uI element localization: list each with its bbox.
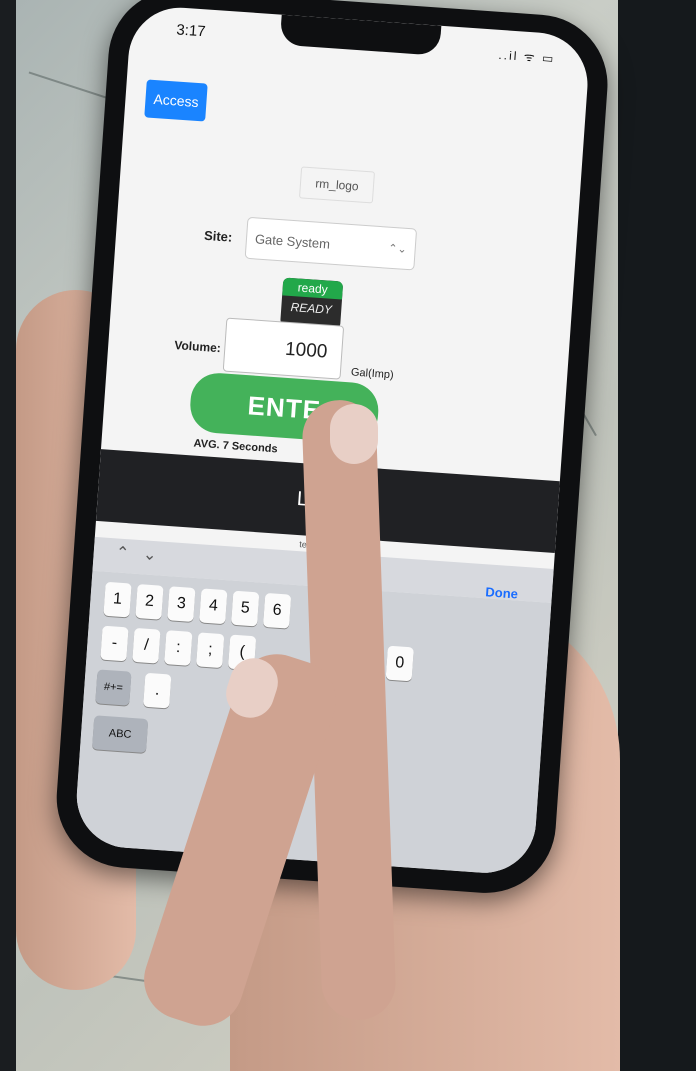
chevron-updown-icon: ⌃⌄ <box>387 242 408 256</box>
status-badge-bottom: READY <box>290 300 333 317</box>
key-colon[interactable]: : <box>164 630 193 666</box>
logo-image: rm_logo <box>298 166 376 204</box>
left-letterbox <box>0 0 16 1071</box>
key-period[interactable]: . <box>143 672 172 709</box>
key-3[interactable]: 3 <box>167 586 196 622</box>
key-semicolon[interactable]: ; <box>196 632 225 669</box>
access-button[interactable]: Access <box>144 79 208 122</box>
fingernail <box>330 404 378 464</box>
key-abc[interactable]: ABC <box>92 715 149 753</box>
volume-unit: Gal(Imp) <box>350 366 395 382</box>
key-1[interactable]: 1 <box>103 581 132 618</box>
key-4[interactable]: 4 <box>199 588 228 625</box>
site-selected-value: Gate System <box>254 231 331 252</box>
site-select[interactable]: Gate System ⌃⌄ <box>244 216 418 271</box>
photo-scene: 3:17 ..il ᯤ ▭ Access rm_logo Site: Gate … <box>0 0 696 1071</box>
key-5[interactable]: 5 <box>231 590 260 627</box>
keyboard-nav-arrows[interactable]: ⌃⌄ <box>115 542 171 566</box>
notch <box>279 14 442 56</box>
key-minus[interactable]: - <box>100 625 129 662</box>
key-slash[interactable]: / <box>132 627 161 664</box>
key-2[interactable]: 2 <box>135 583 164 620</box>
key-6[interactable]: 6 <box>262 592 292 629</box>
key-0[interactable]: 0 <box>385 645 414 682</box>
chevron-down-icon[interactable]: ⌄ <box>143 546 172 565</box>
volume-input[interactable]: 1000 <box>222 317 345 380</box>
right-letterbox <box>618 0 696 1071</box>
volume-label: Volume: <box>173 337 222 356</box>
status-time: 3:17 <box>175 21 207 41</box>
status-icons: ..il ᯤ ▭ <box>497 47 556 66</box>
chevron-up-icon[interactable]: ⌃ <box>115 544 144 563</box>
avg-time-text: AVG. 7 Seconds <box>193 437 278 456</box>
key-symbols[interactable]: #+= <box>95 669 132 706</box>
site-label: Site: <box>203 227 233 245</box>
